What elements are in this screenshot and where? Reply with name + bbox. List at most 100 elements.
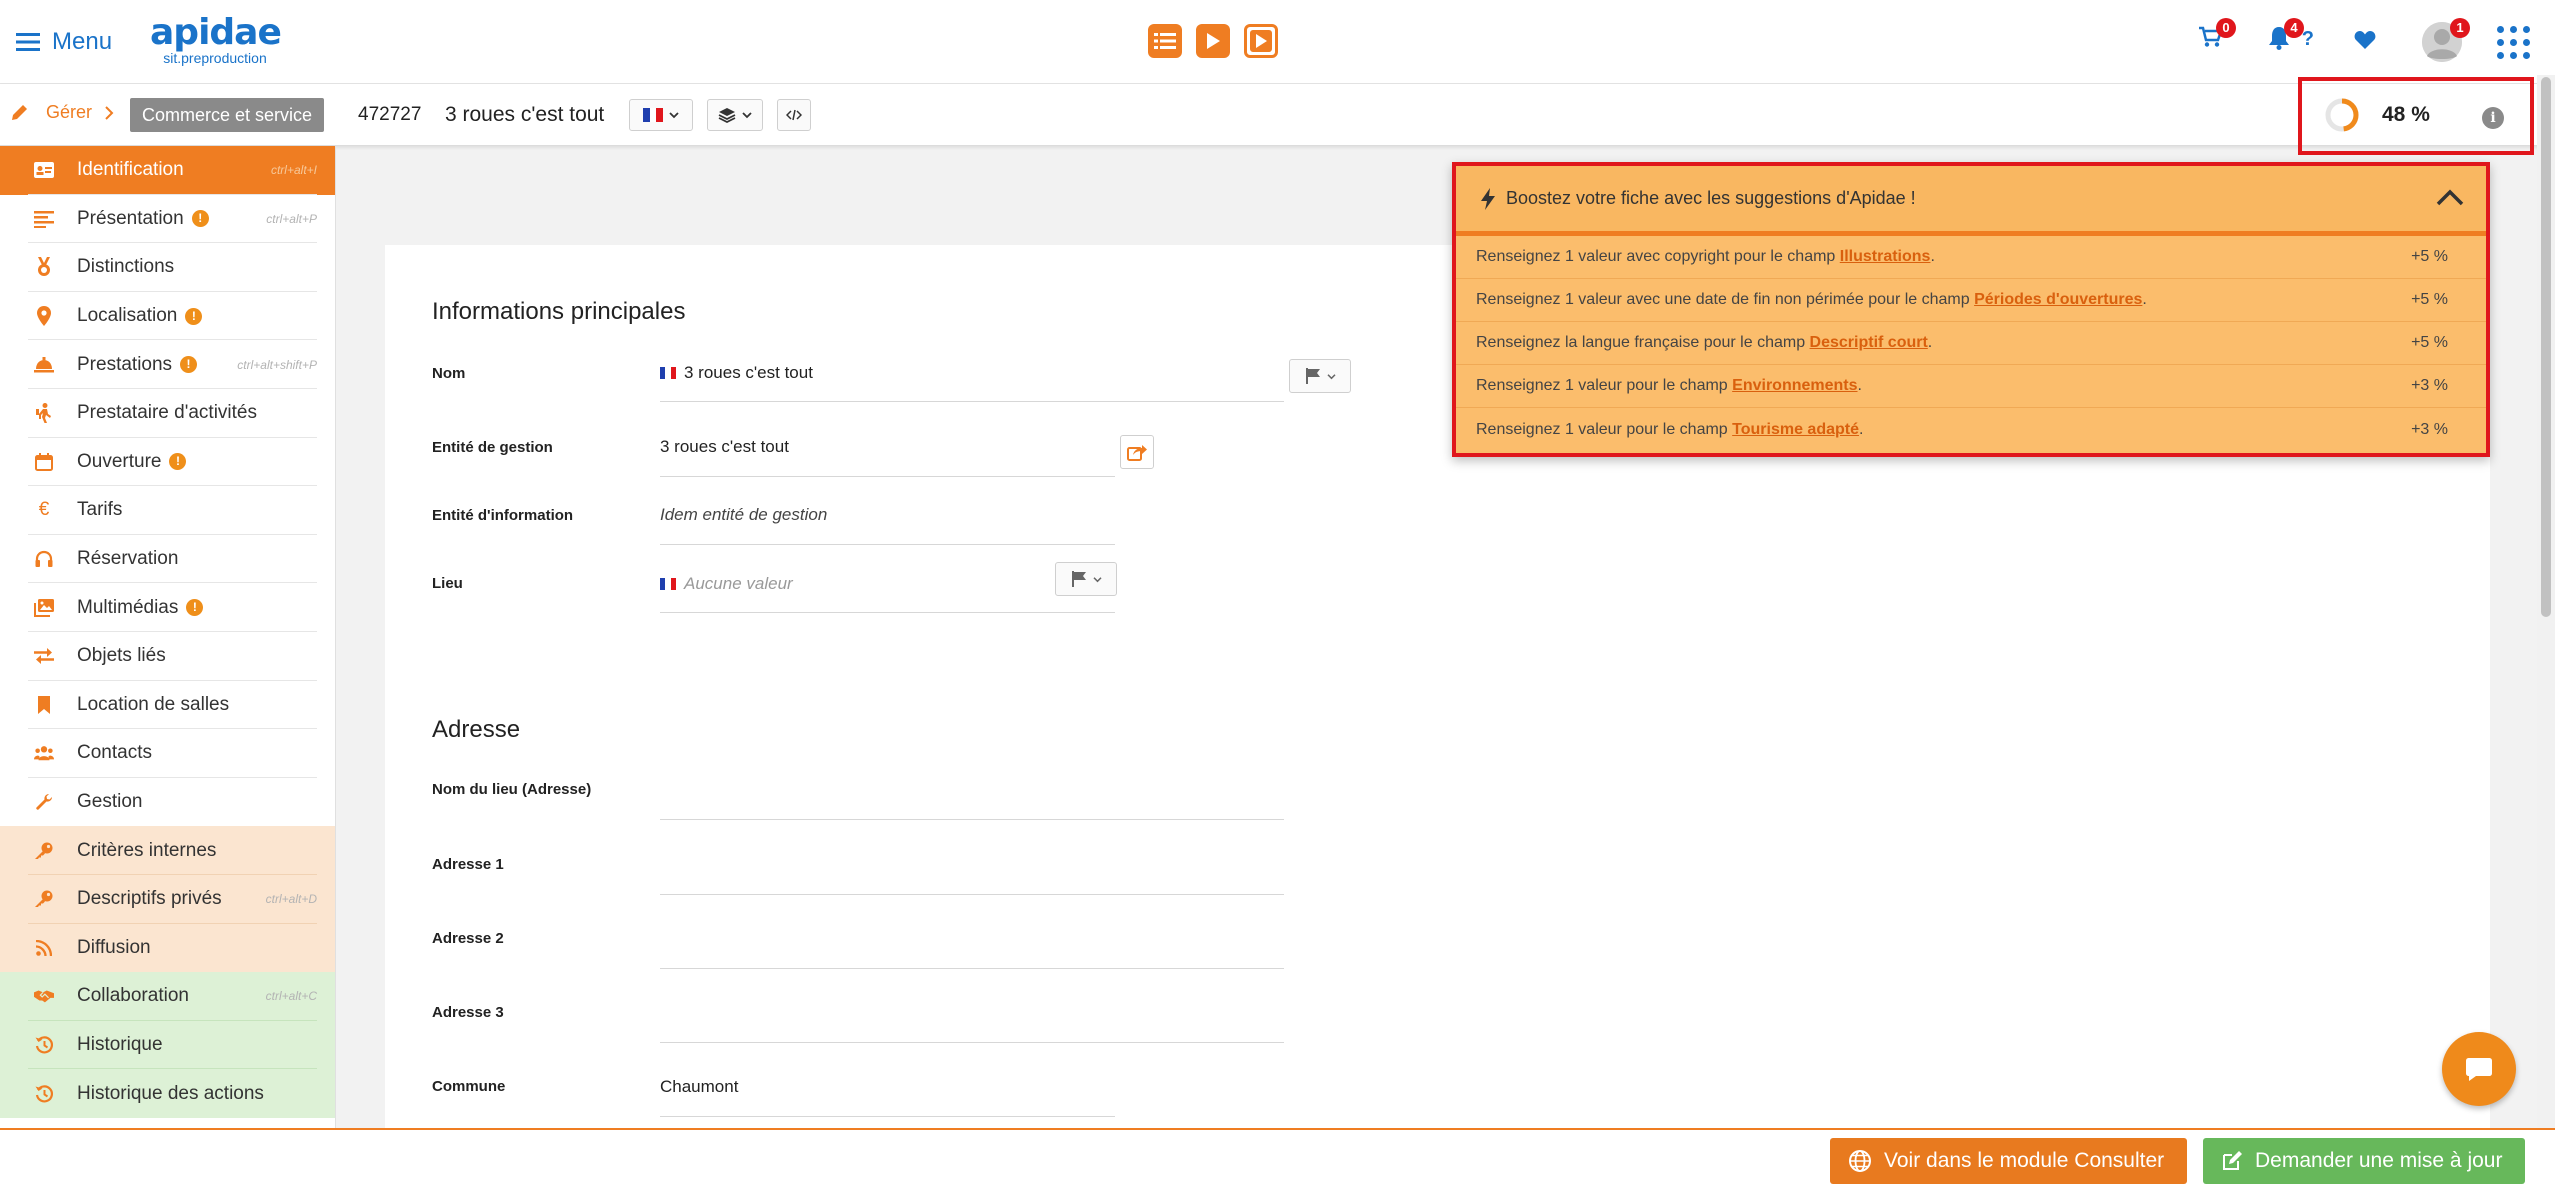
nom-field[interactable]: 3 roues c'est tout — [660, 363, 813, 383]
adresse3-input[interactable] — [660, 1042, 1284, 1043]
list-view-button[interactable] — [1148, 24, 1182, 58]
favorites-button[interactable] — [2354, 30, 2376, 50]
suggestion-row: Renseignez 1 valeur avec une date de fin… — [1456, 279, 2486, 322]
sidebar-item-label: Historique — [77, 1033, 163, 1055]
suggestion-link-environnements[interactable]: Environnements — [1732, 377, 1857, 394]
sidebar-item-ouverture[interactable]: Ouverture ! — [0, 438, 335, 487]
globe-icon — [1849, 1150, 1871, 1172]
adresse2-input[interactable] — [660, 968, 1284, 969]
sidebar-item-reservation[interactable]: Réservation — [0, 535, 335, 584]
sidebar-item-distinctions[interactable]: Distinctions — [0, 243, 335, 292]
pencil-icon — [12, 104, 27, 120]
sidebar-item-presentation[interactable]: Présentation ! ctrl+alt+P — [0, 195, 335, 244]
code-view-button[interactable] — [777, 99, 811, 131]
apidae-logo[interactable]: apidae sit.preproduction — [150, 15, 282, 67]
consult-module-label: Voir dans le module Consulter — [1884, 1149, 2165, 1172]
sidebar-item-historique[interactable]: Historique — [0, 1020, 335, 1070]
suggestion-link-illustrations[interactable]: Illustrations — [1840, 248, 1931, 265]
sidebar-item-criteres-internes[interactable]: Critères internes — [0, 826, 335, 875]
sidebar-item-multimedias[interactable]: Multimédias ! — [0, 583, 335, 632]
entite-gestion-open-button[interactable] — [1120, 435, 1154, 469]
sidebar-item-prestations[interactable]: Prestations ! ctrl+alt+shift+P — [0, 340, 335, 389]
id-card-icon — [34, 160, 54, 180]
adresse1-input[interactable] — [660, 894, 1284, 895]
entite-info-label: Entité d'information — [432, 507, 574, 524]
layers-select[interactable] — [707, 99, 763, 131]
suggestion-text-end: . — [1859, 420, 1864, 438]
suggestions-header[interactable]: Boostez votre fiche avec les suggestions… — [1456, 166, 2486, 236]
sidebar-item-label: Identification — [77, 159, 184, 181]
sidebar-item-label: Objets liés — [77, 645, 166, 667]
nom-lieu-input[interactable] — [660, 819, 1284, 820]
menu-button[interactable]: Menu — [16, 24, 112, 60]
help-button[interactable]: ? — [2302, 28, 2314, 51]
share-icon — [1127, 445, 1147, 461]
top-bar: Menu apidae sit.preproduction 0 4 ? 1 — [0, 0, 2555, 84]
category-chip: Commerce et service — [130, 98, 325, 132]
user-avatar[interactable]: 1 — [2422, 18, 2470, 62]
breadcrumb-manage[interactable]: Gérer — [10, 102, 114, 123]
play-outline-button[interactable] — [1244, 24, 1278, 58]
suggestion-link-descriptif-court[interactable]: Descriptif court — [1810, 334, 1928, 351]
suggestion-link-tourisme-adapte[interactable]: Tourisme adapté — [1732, 421, 1859, 438]
sidebar-item-identification[interactable]: Identification ctrl+alt+I — [0, 146, 335, 195]
nom-language-button[interactable] — [1289, 359, 1351, 393]
chevron-right-icon — [105, 105, 114, 120]
language-select[interactable] — [629, 99, 693, 131]
object-name: 3 roues c'est tout — [445, 103, 605, 126]
sidebar-item-location-salles[interactable]: Location de salles — [0, 681, 335, 730]
sidebar-item-descriptifs-prives[interactable]: Descriptifs privés ctrl+alt+D — [0, 874, 335, 924]
sidebar-item-label: Multimédias — [77, 596, 179, 618]
bottom-action-bar: Voir dans le module Consulter Demander u… — [0, 1128, 2555, 1185]
notifications-button[interactable]: 4 — [2268, 18, 2304, 50]
play-icon — [1207, 33, 1220, 49]
entite-info-field[interactable]: Idem entité de gestion — [660, 505, 827, 525]
suggestion-text-end: . — [1930, 248, 1935, 265]
scrollbar-thumb[interactable] — [2541, 77, 2551, 617]
lieu-label: Lieu — [432, 575, 463, 592]
completion-score-box[interactable]: 48 % i — [2298, 77, 2534, 155]
suggestion-link-periodes-ouvertures[interactable]: Périodes d'ouvertures — [1974, 291, 2142, 308]
page-scrollbar[interactable] — [2537, 75, 2555, 1128]
list-icon — [1154, 33, 1176, 49]
entite-gestion-field[interactable]: 3 roues c'est tout — [660, 437, 789, 457]
heart-icon — [2354, 31, 2376, 49]
sidebar-item-objets-lies[interactable]: Objets liés — [0, 632, 335, 681]
sidebar-item-label: Prestations — [77, 353, 173, 375]
sidebar-item-localisation[interactable]: Localisation ! — [0, 292, 335, 341]
play-button[interactable] — [1196, 24, 1230, 58]
suggestions-collapse-button[interactable] — [2436, 188, 2464, 206]
sidebar-item-contacts[interactable]: Contacts — [0, 729, 335, 778]
suggestion-points: +3 % — [2411, 420, 2448, 438]
chat-button[interactable] — [2442, 1032, 2516, 1106]
users-icon — [34, 743, 54, 763]
lieu-language-button[interactable] — [1055, 562, 1117, 596]
consult-module-button[interactable]: Voir dans le module Consulter — [1830, 1138, 2187, 1184]
cart-button[interactable]: 0 — [2198, 18, 2236, 48]
suggestion-row: Renseignez 1 valeur pour le champ Enviro… — [1456, 365, 2486, 408]
suggestion-text: Renseignez la langue française pour le c… — [1476, 334, 1810, 351]
sidebar-item-tarifs[interactable]: € Tarifs — [0, 486, 335, 535]
sidebar-item-label: Contacts — [77, 742, 152, 764]
sidebar-item-label: Critères internes — [77, 839, 217, 861]
headset-icon — [34, 549, 54, 569]
suggestion-text-end: . — [2142, 291, 2147, 308]
sidebar-item-collaboration[interactable]: Collaboration ctrl+alt+C — [0, 972, 335, 1021]
rss-icon — [34, 938, 54, 958]
chevron-down-icon — [669, 112, 679, 119]
sidebar-item-diffusion[interactable]: Diffusion — [0, 923, 335, 973]
sidebar-item-historique-actions[interactable]: Historique des actions — [0, 1069, 335, 1118]
nom-label: Nom — [432, 365, 466, 382]
images-icon — [34, 598, 54, 618]
request-update-button[interactable]: Demander une mise à jour — [2203, 1138, 2525, 1184]
sidebar-item-label: Gestion — [77, 791, 143, 813]
commune-field[interactable]: Chaumont — [660, 1077, 738, 1097]
info-icon[interactable]: i — [2482, 107, 2504, 129]
suggestion-text: Renseignez 1 valeur pour le champ — [1476, 377, 1733, 394]
apps-grid-button[interactable] — [2497, 26, 2530, 59]
sidebar-item-prestataire-activites[interactable]: Prestataire d'activités — [0, 389, 335, 438]
lieu-field[interactable]: Aucune valeur — [660, 574, 793, 594]
lieu-placeholder: Aucune valeur — [684, 574, 793, 593]
sidebar-item-gestion[interactable]: Gestion — [0, 778, 335, 827]
commune-label: Commune — [432, 1078, 506, 1095]
